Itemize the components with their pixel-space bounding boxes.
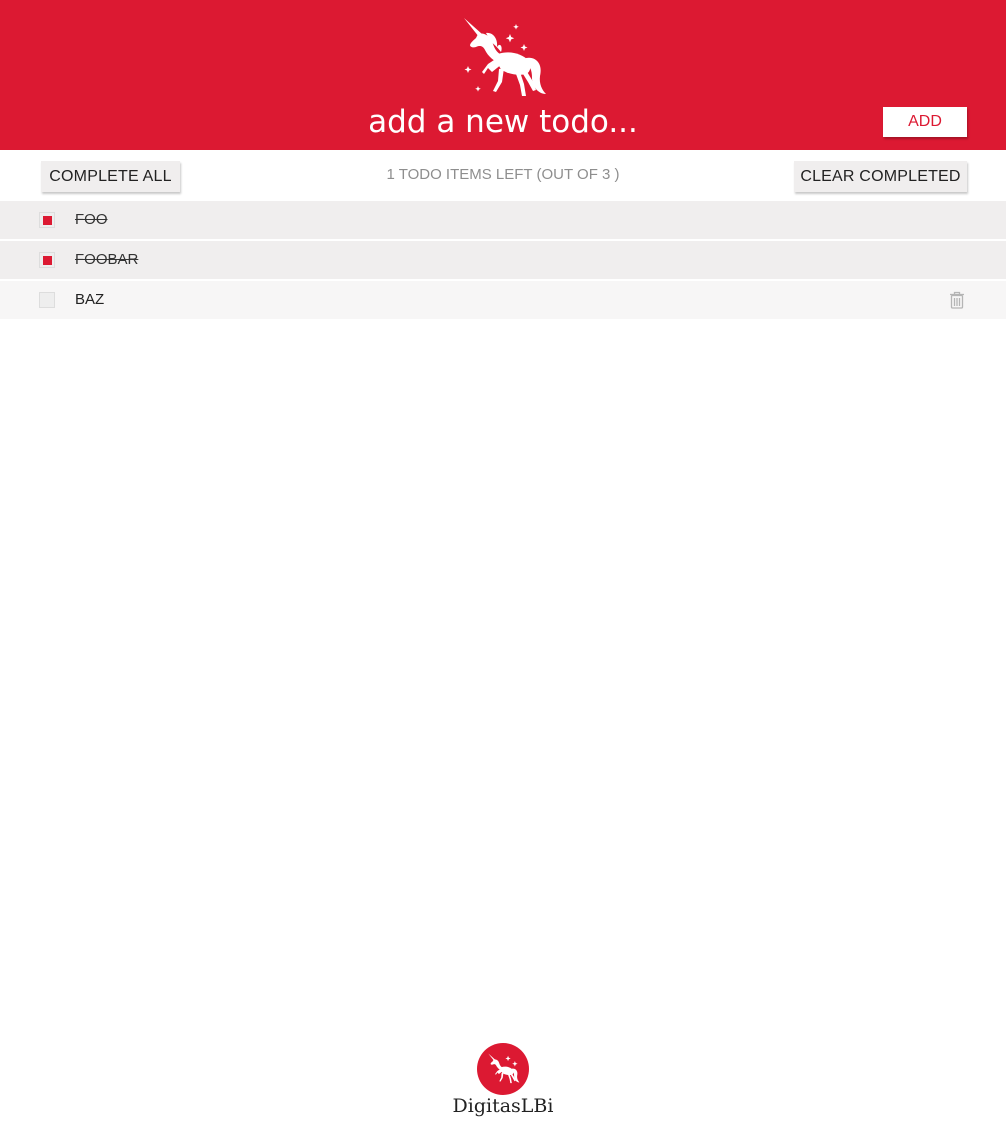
unicorn-badge-icon: [477, 1043, 529, 1095]
complete-all-button[interactable]: COMPLETE ALL: [41, 161, 180, 192]
checkmark-icon: [43, 216, 52, 225]
todo-list: FOO FOOBAR BAZ: [0, 201, 1006, 321]
unicorn-icon: [464, 18, 546, 96]
items-left-counter: 1 TODO ITEMS LEFT (OUT OF 3 ): [386, 166, 620, 183]
todo-label[interactable]: BAZ: [75, 291, 104, 308]
todo-item: FOOBAR: [0, 241, 1006, 279]
add-button[interactable]: ADD: [883, 107, 967, 137]
todo-checkbox[interactable]: [39, 292, 55, 308]
todo-checkbox[interactable]: [39, 252, 55, 268]
checkmark-icon: [43, 256, 52, 265]
todo-item: FOO: [0, 201, 1006, 239]
todo-label[interactable]: FOOBAR: [75, 251, 138, 268]
todo-item: BAZ: [0, 281, 1006, 319]
trash-icon[interactable]: [949, 291, 965, 309]
todo-label[interactable]: FOO: [75, 211, 108, 228]
new-todo-input[interactable]: [303, 98, 703, 146]
todo-checkbox[interactable]: [39, 212, 55, 228]
app-header: ADD: [0, 0, 1006, 150]
clear-completed-button[interactable]: CLEAR COMPLETED: [794, 161, 967, 192]
footer-brand: DigitasLBi: [452, 1095, 554, 1117]
